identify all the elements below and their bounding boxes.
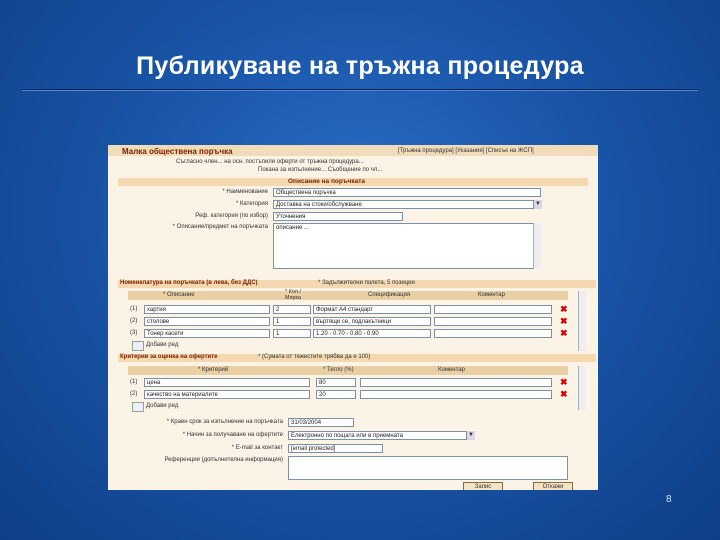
cancel-button[interactable]: Откажи [533, 482, 573, 490]
slide-title: Публикуване на тръжна процедура [136, 52, 584, 80]
add-row-icon[interactable] [132, 402, 144, 412]
field-label-name: * Наименование [222, 189, 268, 195]
chevron-down-icon[interactable]: ▼ [533, 200, 542, 209]
criteria-row-num: (2) [130, 391, 138, 397]
lots-col-desc: * Описание [163, 292, 195, 298]
criteria-comment-input[interactable] [360, 390, 552, 399]
criteria-comment-input[interactable] [360, 378, 552, 387]
intro-text-2: Покана за изпълнение... Съобщение по чл.… [258, 167, 383, 173]
page-number: 8 [666, 494, 672, 505]
criteria-weight-input[interactable]: 80 [316, 378, 356, 387]
description-scrollbar[interactable] [533, 223, 541, 269]
lot-spec-input[interactable]: Формат А4 стандарт [313, 305, 431, 314]
lots-col-comment: Коментар [478, 292, 505, 298]
email-input[interactable]: [email protected] [288, 444, 383, 453]
criteria-add-row-link[interactable]: Добави ред [146, 403, 178, 409]
field-label-refcategory: Реф. категория (по избор) [195, 213, 268, 219]
lot-spec-input[interactable]: въртящи се, подлакътници [313, 317, 431, 326]
lot-row-num: (3) [130, 330, 138, 336]
description-section-title: Описание на поръчката [288, 178, 366, 185]
field-label-category: * Категория [235, 201, 268, 207]
chevron-down-icon[interactable]: ▼ [466, 431, 475, 440]
delete-icon[interactable]: ✖ [560, 378, 568, 387]
description-textarea[interactable]: описание ... [273, 223, 541, 269]
criteria-weight-input[interactable]: 20 [316, 390, 356, 399]
delete-icon[interactable]: ✖ [560, 390, 568, 399]
delete-icon[interactable]: ✖ [560, 305, 568, 314]
lot-qty-input[interactable]: 1 [273, 317, 311, 326]
lots-add-row-link[interactable]: Добави ред [146, 342, 178, 348]
lots-scrollbar[interactable] [578, 291, 586, 351]
criteria-col-name: * Критерий [198, 367, 229, 373]
criteria-name-input[interactable]: качество на материалите [144, 390, 310, 399]
lots-col-qty: * Кол./ Мярка [284, 289, 302, 301]
lots-col-spec: Спецификация [368, 292, 411, 298]
app-header-title: Малка обществена поръчка [122, 147, 233, 156]
category-select[interactable]: Доставка на стоки/обслужване [273, 200, 541, 209]
lot-comment-input[interactable] [434, 329, 552, 338]
lot-qty-input[interactable]: 1 [273, 329, 311, 338]
criteria-scrollbar[interactable] [578, 366, 586, 410]
criteria-section-note: * (Сумата от тежестите трябва да е 100) [258, 354, 371, 360]
lot-name-input[interactable]: столове [144, 317, 270, 326]
lots-section-note: * Задължителни полета, 5 позиции [318, 280, 415, 286]
app-screenshot: Малка обществена поръчка [Тръжна процеду… [108, 145, 598, 490]
lot-qty-input[interactable]: 2 [273, 305, 311, 314]
delete-icon[interactable]: ✖ [560, 329, 568, 338]
lot-comment-input[interactable] [434, 305, 552, 314]
field-label-deadline: * Краен срок за изпълнение на поръчката [166, 419, 283, 425]
intro-text-1: Съгласно член... на осн. постъпили оферт… [176, 159, 364, 165]
name-input[interactable]: Обществена поръчка [273, 188, 541, 197]
criteria-name-input[interactable]: цена [144, 378, 310, 387]
title-divider [22, 89, 698, 91]
receive-method-select[interactable]: Електронно по пощата или в приемната [288, 431, 474, 440]
delete-icon[interactable]: ✖ [560, 317, 568, 326]
criteria-row-num: (1) [130, 379, 138, 385]
deadline-input[interactable]: 31/03/2004 [288, 418, 354, 427]
lot-row-num: (2) [130, 318, 138, 324]
lot-spec-input[interactable]: 1.20 - 0.70 - 0.80 - 0.90 [313, 329, 431, 338]
lot-comment-input[interactable] [434, 317, 552, 326]
refcategory-input[interactable]: Уточнения [273, 212, 403, 221]
save-button[interactable]: Запис [463, 482, 503, 490]
lot-name-input[interactable]: хартия [144, 305, 270, 314]
lots-section-title: Номенклатура на поръчката (в лева, без Д… [120, 280, 258, 286]
criteria-col-weight: * Тегло (%) [323, 367, 354, 373]
criteria-section-title: Критерии за оценка на офертите [120, 354, 218, 360]
field-label-references: Референции (допълнителна информация) [164, 457, 283, 463]
field-label-description: * Описание/предмет на поръчката [172, 224, 268, 230]
add-row-icon[interactable] [132, 341, 144, 351]
references-textarea[interactable] [288, 456, 568, 480]
app-header-links[interactable]: [Тръжна процедура] [Указания] [Списък на… [398, 148, 534, 154]
field-label-email: * E-mail за контакт [231, 445, 283, 451]
field-label-receive-method: * Начин за получаване на офертите [182, 432, 283, 438]
criteria-col-comment: Коментар [438, 367, 465, 373]
lot-row-num: (1) [130, 306, 138, 312]
lot-name-input[interactable]: Тонер касети [144, 329, 270, 338]
